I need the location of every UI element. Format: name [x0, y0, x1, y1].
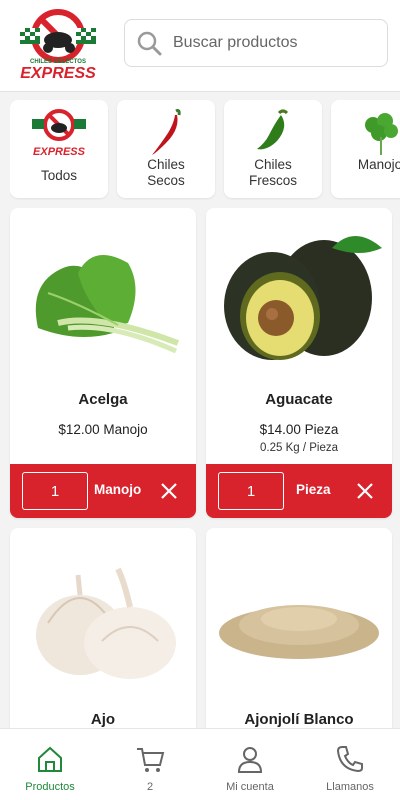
- quantity-field[interactable]: 1: [22, 472, 88, 510]
- category-manojo[interactable]: Manojo: [331, 100, 400, 198]
- close-icon[interactable]: [356, 482, 374, 500]
- product-price: $12.00 Manojo: [58, 422, 148, 437]
- search-input[interactable]: [173, 34, 373, 52]
- product-price: $14.00 Pieza: [259, 422, 339, 437]
- product-card-ajonjoli-blanco[interactable]: Ajonjolí Blanco: [206, 528, 392, 758]
- quantity-field[interactable]: 1: [218, 472, 284, 510]
- app-header: CHILES SELECTOS EXPRESS: [0, 0, 400, 92]
- product-card-acelga[interactable]: Acelga $12.00 Manojo 1 Manojo: [10, 208, 196, 518]
- quantity-unit: Manojo: [94, 482, 142, 497]
- green-chile-icon: [224, 106, 322, 160]
- category-label: Chiles Secos: [147, 157, 185, 188]
- herb-icon: [331, 106, 400, 160]
- category-label: Chiles Frescos: [248, 157, 297, 188]
- category-label: Todos: [40, 168, 78, 183]
- nav-mi-cuenta[interactable]: Mi cuenta: [200, 729, 300, 800]
- product-name: Aguacate: [265, 391, 333, 408]
- home-icon: [38, 746, 62, 772]
- phone-icon: [336, 746, 363, 773]
- category-todos[interactable]: EXPRESS Todos: [10, 100, 108, 198]
- chard-icon: [10, 218, 196, 378]
- quantity-bar: 1 Manojo: [10, 464, 196, 518]
- logo-icon: EXPRESS: [10, 106, 108, 160]
- product-card-ajo[interactable]: Ajo: [10, 528, 196, 758]
- category-strip[interactable]: EXPRESS Todos Chiles Secos Chiles Fresco…: [10, 100, 400, 200]
- app-logo[interactable]: CHILES SELECTOS EXPRESS: [12, 6, 104, 84]
- product-name: Ajo: [90, 711, 116, 728]
- search-box[interactable]: [124, 19, 388, 67]
- nav-cart[interactable]: 2: [100, 729, 200, 800]
- category-chiles-frescos[interactable]: Chiles Frescos: [224, 100, 322, 198]
- red-chile-icon: [117, 106, 215, 160]
- quantity-unit: Pieza: [296, 482, 331, 497]
- product-card-aguacate[interactable]: Aguacate $14.00 Pieza 0.25 Kg / Pieza 1 …: [206, 208, 392, 518]
- cart-count: 2: [146, 781, 154, 793]
- cart-icon: [137, 748, 165, 772]
- user-icon: [237, 747, 263, 773]
- bottom-nav: Productos 2 Mi cuenta Llamanos: [0, 728, 400, 800]
- product-name: Ajonjolí Blanco: [244, 711, 354, 728]
- garlic-icon: [10, 538, 196, 698]
- logo-main-text: EXPRESS: [20, 65, 96, 82]
- nav-label: Productos: [25, 781, 75, 793]
- nav-llamanos[interactable]: Llamanos: [300, 729, 400, 800]
- close-icon[interactable]: [160, 482, 178, 500]
- sesame-icon: [206, 538, 392, 698]
- svg-text:EXPRESS: EXPRESS: [33, 146, 86, 158]
- category-label: Manojo: [357, 157, 400, 172]
- avocado-icon: [206, 218, 392, 378]
- product-name: Acelga: [78, 391, 128, 408]
- search-icon: [137, 31, 162, 56]
- category-chiles-secos[interactable]: Chiles Secos: [117, 100, 215, 198]
- nav-label: Llamanos: [326, 781, 374, 793]
- nav-label: Mi cuenta: [226, 781, 274, 793]
- quantity-bar: 1 Pieza: [206, 464, 392, 518]
- product-weight: 0.25 Kg / Pieza: [260, 442, 338, 454]
- nav-productos[interactable]: Productos: [0, 729, 100, 800]
